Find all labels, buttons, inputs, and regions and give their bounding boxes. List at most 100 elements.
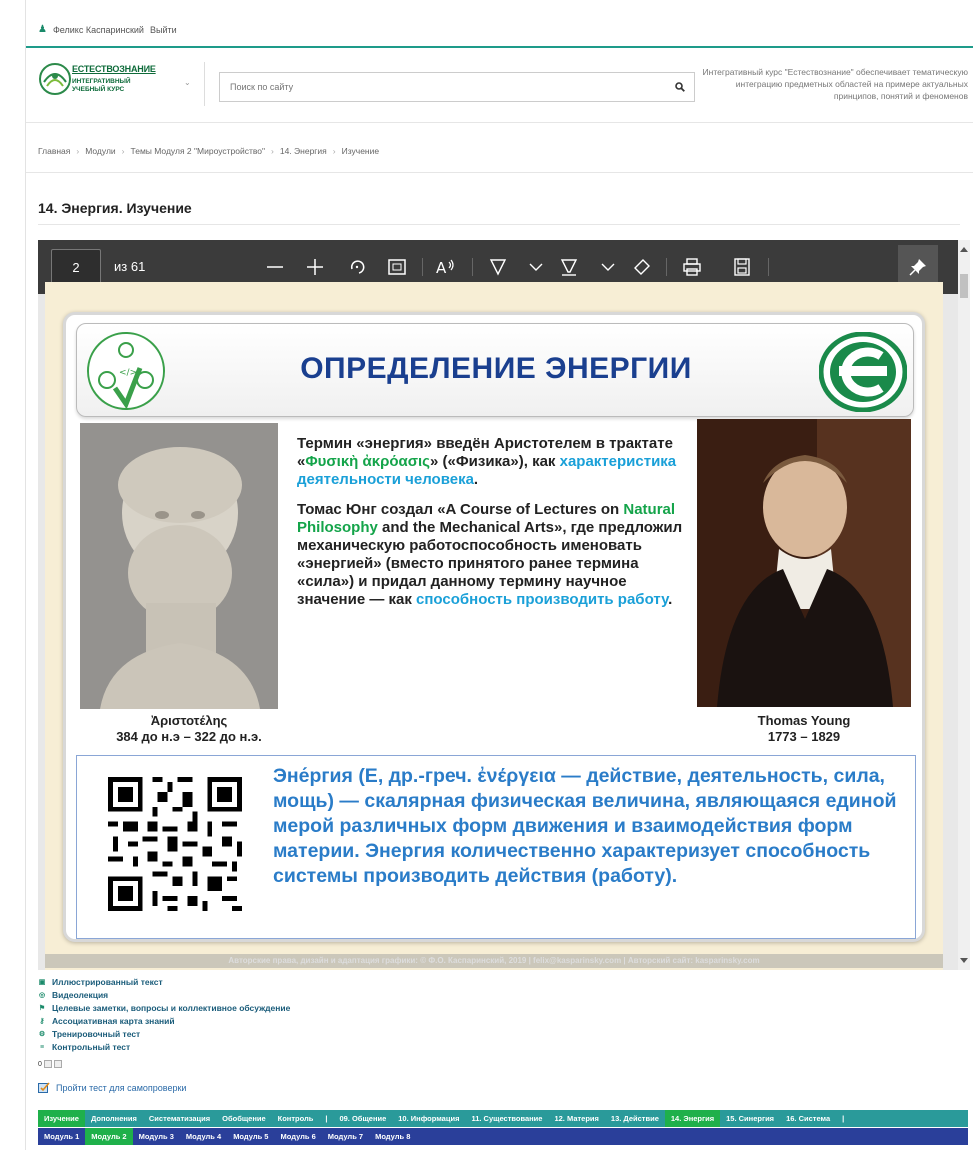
module-nav-item[interactable]: Модуль 1 (38, 1128, 85, 1145)
page-title: 14. Энергия. Изучение (38, 200, 192, 216)
paragraph-young: Томас Юнг создал «A Course of Lectures o… (297, 501, 697, 609)
module-nav: Модуль 1 Модуль 2 Модуль 3 Модуль 4 Модуль 5… (38, 1128, 968, 1145)
nav-item[interactable]: 11. Существование (465, 1110, 548, 1127)
search-button[interactable] (666, 73, 694, 101)
self-test-link[interactable]: Пройти тест для самопроверки (38, 1082, 186, 1093)
user-name-link[interactable]: Феликс Каспаринский (53, 25, 144, 35)
mini-count: 0 (38, 1060, 42, 1068)
breadcrumb-current: Изучение (341, 146, 380, 156)
page-number-input[interactable]: 2 (51, 249, 101, 285)
breadcrumb-module-topics[interactable]: Темы Модуля 2 "Мироустройство" (131, 146, 266, 156)
fit-page-button[interactable] (383, 253, 411, 281)
draw-button[interactable] (484, 253, 512, 281)
scroll-up-icon[interactable] (958, 244, 970, 254)
draw-options-button[interactable] (522, 253, 550, 281)
site-logo[interactable]: ЕСТЕСТВОЗНАНИЕ ИНТЕГРАТИВНЫЙ УЧЕБНЫЙ КУРС (38, 62, 156, 106)
highlighter-icon (560, 259, 578, 276)
list-item[interactable]: ⚷ Ассоциативная карта знаний (38, 1015, 290, 1028)
chevron-down-icon[interactable]: ⌄ (184, 78, 191, 87)
breadcrumb-topic[interactable]: 14. Энергия (280, 146, 327, 156)
breadcrumb-home[interactable]: Главная (38, 146, 70, 156)
list-item[interactable]: ⚑ Целевые заметки, вопросы и коллективное… (38, 1002, 290, 1015)
logout-link[interactable]: Выйти (150, 25, 177, 35)
zoom-in-button[interactable] (301, 253, 329, 281)
self-test-label: Пройти тест для самопроверки (56, 1082, 187, 1093)
chevron-down-icon (601, 263, 615, 271)
scroll-down-icon[interactable] (958, 956, 970, 966)
qr-code-icon (103, 772, 247, 916)
module-nav-item[interactable]: Модуль 4 (180, 1128, 227, 1145)
list-item-label: Целевые заметки, вопросы и коллективное … (52, 1003, 291, 1013)
text-run-green: Φυσικὴ ἀκρόασις (305, 453, 430, 470)
rotate-button[interactable] (343, 253, 371, 281)
highlight-button[interactable] (555, 253, 583, 281)
increment-button[interactable] (43, 1060, 52, 1068)
list-item[interactable]: ⚙ Тренировочный тест (38, 1028, 290, 1041)
nav-item[interactable]: Систематизация (143, 1110, 216, 1127)
nav-item[interactable]: 16. Система (780, 1110, 836, 1127)
search-input[interactable] (220, 73, 660, 101)
toolbar-separator (472, 258, 473, 276)
list-item-label: Тренировочный тест (52, 1029, 141, 1039)
text-run-blue: способность производить работу (416, 591, 669, 608)
list-item[interactable]: ≡ Контрольный тест (38, 1041, 290, 1054)
nav-item[interactable]: Дополнения (85, 1110, 143, 1127)
thomas-young-portrait (697, 419, 911, 707)
rotate-icon (350, 260, 365, 274)
eraser-icon (634, 259, 650, 275)
search-icon (675, 82, 685, 92)
list-item[interactable]: ◎ Видеолекция (38, 989, 290, 1002)
nav-item[interactable]: Обобщение (216, 1110, 272, 1127)
read-aloud-icon: A (436, 259, 454, 277)
toolbar-separator (768, 258, 769, 276)
pdf-page: </> ОПРЕДЕЛЕНИЕ ЭНЕРГИИ Ἀριστοτέλης 384 … (45, 282, 943, 970)
page-container: ♟ Феликс Каспаринский Выйти ЕСТЕСТВОЗНАН… (25, 0, 973, 1150)
aristotle-caption: Ἀριστοτέλης 384 до н.э – 322 до н.э. (84, 713, 294, 745)
site-header: ЕСТЕСТВОЗНАНИЕ ИНТЕГРАТИВНЫЙ УЧЕБНЫЙ КУРС… (26, 52, 973, 118)
print-button[interactable] (678, 253, 706, 281)
module-nav-item[interactable]: Модуль 5 (227, 1128, 274, 1145)
module-nav-item[interactable]: Модуль 8 (369, 1128, 416, 1145)
nav-item[interactable]: 13. Действие (605, 1110, 665, 1127)
divider (204, 62, 205, 106)
pdf-viewer: 2 из 61 A </> ОПРЕДЕЛЕНИЕ ЭНЕРГИИ Ἀριστο… (38, 240, 970, 970)
list-item-label: Контрольный тест (52, 1042, 131, 1052)
nav-item[interactable]: 15. Синергия (720, 1110, 780, 1127)
module-nav-item[interactable]: Модуль 2 (85, 1128, 133, 1145)
logo-subtitle: ИНТЕГРАТИВНЫЙ УЧЕБНЫЙ КУРС (72, 78, 131, 94)
erase-button[interactable] (628, 253, 656, 281)
zoom-out-button[interactable] (261, 253, 289, 281)
vertical-scrollbar[interactable] (958, 240, 970, 970)
decrement-button[interactable] (53, 1060, 62, 1068)
pen-icon (489, 259, 507, 276)
list-item[interactable]: ▣ Иллюстрированный текст (38, 976, 290, 989)
copyright-line: Авторские права, дизайн и адаптация граф… (45, 954, 943, 968)
header-description: Интегративный курс "Естествознание" обес… (702, 67, 968, 101)
search-box (219, 72, 695, 102)
text-run: » («Физика»), как (430, 453, 560, 470)
paragraph-aristotle: Термин «энергия» введён Аристотелем в тр… (297, 435, 697, 489)
logo-emblem-icon (39, 63, 71, 95)
module-nav-item[interactable]: Модуль 7 (322, 1128, 369, 1145)
nav-item[interactable]: Изучение (38, 1110, 85, 1127)
text-run: . (668, 591, 673, 608)
highlight-options-button[interactable] (594, 253, 622, 281)
section-nav: Изучение Дополнения Систематизация Обобщени… (38, 1110, 968, 1127)
save-button[interactable] (728, 253, 756, 281)
breadcrumb: Главная › Модули › Темы Модуля 2 "Мироустр… (38, 146, 379, 156)
nav-item[interactable]: Контроль (272, 1110, 320, 1127)
aristotle-portrait (80, 423, 278, 709)
scroll-thumb[interactable] (960, 274, 968, 298)
nav-item[interactable]: 09. Общение (333, 1110, 392, 1127)
fit-page-icon (388, 259, 406, 275)
module-nav-item[interactable]: Модуль 6 (274, 1128, 321, 1145)
page-count: из 61 (114, 259, 146, 274)
breadcrumb-modules[interactable]: Модули (85, 146, 115, 156)
module-nav-item[interactable]: Модуль 3 (133, 1128, 180, 1145)
logo-sub-line2: УЧЕБНЫЙ КУРС (72, 86, 125, 93)
list-item-label: Иллюстрированный текст (52, 977, 163, 987)
read-aloud-button[interactable]: A (433, 253, 461, 281)
nav-item[interactable]: 10. Информация (392, 1110, 465, 1127)
nav-item[interactable]: 14. Энергия (664, 1110, 721, 1127)
nav-item[interactable]: 12. Материя (548, 1110, 604, 1127)
